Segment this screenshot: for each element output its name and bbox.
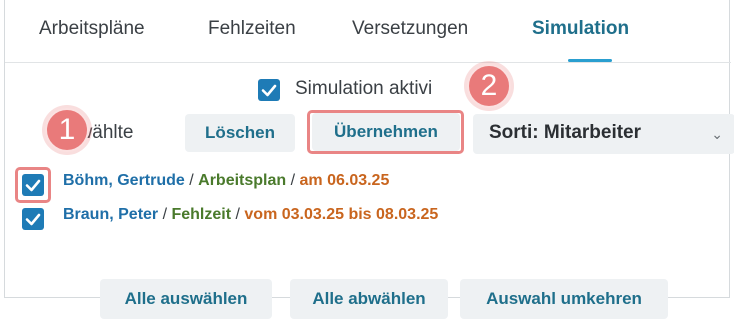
chevron-down-icon: ⌄ — [711, 126, 723, 142]
sort-select-value: Sorti: Mitarbeiter — [489, 122, 642, 143]
invert-selection-button-label: Auswahl umkehren — [486, 289, 642, 308]
tab-fehlzeiten[interactable]: Fehlzeiten — [208, 18, 296, 40]
entry-name: Braun, Peter — [63, 206, 159, 223]
invert-selection-button[interactable]: Auswahl umkehren — [460, 279, 668, 319]
sort-select[interactable]: Sorti: Mitarbeiter ⌄ — [473, 114, 734, 154]
select-all-button[interactable]: Alle auswählen — [100, 279, 272, 319]
delete-button[interactable]: Löschen — [185, 114, 295, 152]
checkmark-icon — [261, 84, 277, 97]
entry-date: am 06.03.25 — [299, 172, 390, 189]
checkmark-icon — [25, 213, 41, 226]
simulation-checkbox-label: Simulation aktivi — [295, 78, 433, 99]
entry-type: Fehlzeit — [171, 206, 232, 223]
select-all-button-label: Alle auswählen — [124, 289, 248, 308]
list-item[interactable]: Böhm, Gertrude / Arbeitsplan / am 06.03.… — [63, 172, 389, 190]
list-item[interactable]: Braun, Peter / Fehlzeit / vom 03.03.25 b… — [63, 206, 438, 224]
highlight-box — [307, 110, 464, 154]
tab-versetzungen[interactable]: Versetzungen — [352, 18, 468, 40]
entry-type: Arbeitsplan — [198, 172, 287, 189]
step-marker-2: 2 — [467, 64, 511, 108]
entry-checkbox[interactable] — [22, 208, 44, 230]
simulation-checkbox[interactable] — [258, 79, 280, 101]
step-marker-1: 1 — [45, 108, 89, 152]
tab-divider — [5, 62, 731, 63]
highlight-box — [15, 167, 51, 203]
deselect-all-button[interactable]: Alle abwählen — [290, 279, 448, 319]
tab-simulation[interactable]: Simulation — [532, 18, 629, 40]
delete-button-label: Löschen — [205, 123, 275, 142]
entry-date: vom 03.03.25 bis 08.03.25 — [244, 206, 439, 223]
tab-arbeitsplaene[interactable]: Arbeitspläne — [39, 18, 145, 40]
entry-name: Böhm, Gertrude — [63, 172, 185, 189]
simulation-panel: Arbeitspläne Fehlzeiten Versetzungen Sim… — [4, 0, 734, 319]
deselect-all-button-label: Alle abwählen — [312, 289, 426, 308]
